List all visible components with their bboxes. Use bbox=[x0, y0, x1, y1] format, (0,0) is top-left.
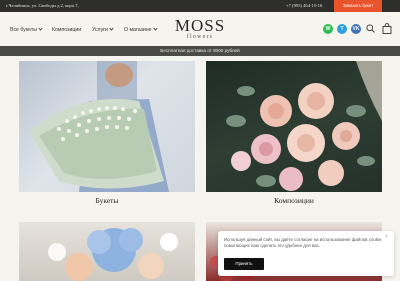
phone-link[interactable]: +7 (993) 464-15-16 bbox=[286, 3, 322, 8]
bouquet-photo bbox=[29, 61, 169, 192]
logo-name: MOSS bbox=[174, 16, 226, 35]
shopping-bag-icon[interactable] bbox=[382, 23, 392, 34]
nav-services[interactable]: Услуги bbox=[92, 26, 114, 33]
chevron-down-icon bbox=[38, 26, 43, 31]
chevron-down-icon bbox=[152, 26, 158, 31]
product-card[interactable] bbox=[19, 222, 195, 281]
nav-item-label: О магазине bbox=[124, 27, 152, 33]
nav-about-store[interactable]: О магазине bbox=[124, 26, 158, 33]
cookie-banner: Используя данный сайт, вы даёте согласие… bbox=[218, 231, 394, 276]
hydrangea-photo bbox=[48, 228, 178, 281]
category-card-bouquets[interactable] bbox=[19, 61, 195, 192]
logo-subtitle: flowers bbox=[186, 34, 214, 40]
cookie-text: Используя данный сайт, вы даёте согласие… bbox=[224, 237, 383, 248]
nav-item-label: Услуги bbox=[92, 27, 108, 33]
header: Все букеты Композиции Услуги О магазине … bbox=[0, 12, 400, 46]
telegram-icon[interactable]: T bbox=[337, 24, 347, 34]
nav-compositions[interactable]: Композиции bbox=[52, 27, 81, 33]
store-address: г.Челябинск, ул. Свободы д.2, корп.7, bbox=[6, 3, 79, 8]
category-label-bouquets[interactable]: Букеты bbox=[19, 196, 195, 205]
category-card-compositions[interactable] bbox=[206, 61, 382, 192]
top-bar: г.Челябинск, ул. Свободы д.2, корп.7, +7… bbox=[0, 0, 400, 12]
vk-icon[interactable]: VK bbox=[351, 24, 361, 34]
composition-photo bbox=[226, 61, 382, 191]
promo-banner: Бесплатная доставка от 8000 рублей bbox=[0, 46, 400, 56]
nav-item-label: Все букеты bbox=[10, 27, 37, 33]
nav-item-label: Композиции bbox=[52, 27, 82, 33]
nav-all-bouquets[interactable]: Все букеты bbox=[10, 26, 43, 33]
whatsapp-icon[interactable]: W bbox=[323, 24, 333, 34]
category-label-compositions[interactable]: Композиции bbox=[206, 196, 382, 205]
chevron-down-icon bbox=[109, 26, 114, 31]
site-logo[interactable]: MOSS flowers bbox=[165, 17, 235, 41]
close-icon[interactable]: × bbox=[385, 234, 388, 240]
order-bouquet-button[interactable]: Заказать букет bbox=[334, 0, 382, 12]
search-icon[interactable] bbox=[366, 24, 375, 33]
accept-cookies-button[interactable]: Принять bbox=[224, 258, 264, 270]
